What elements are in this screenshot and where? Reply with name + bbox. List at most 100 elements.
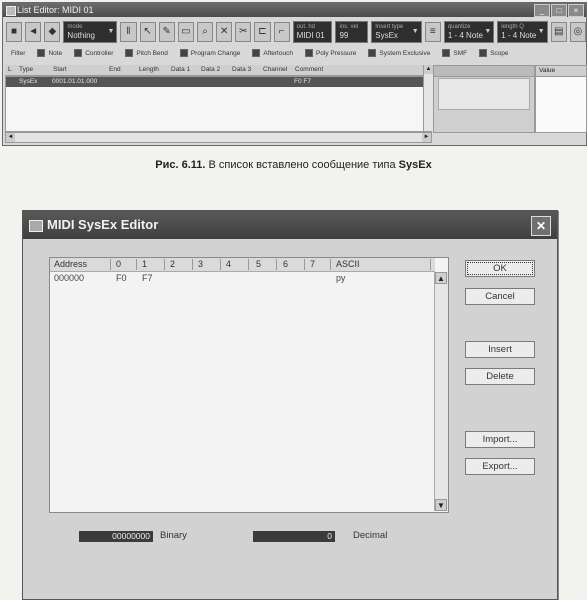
filter-controller-label: Controller — [85, 49, 114, 57]
close-button[interactable]: ✕ — [531, 216, 551, 236]
scissors-tool-icon[interactable]: ✂ — [235, 22, 252, 42]
mode-select[interactable]: mode Nothing ▼ — [63, 21, 118, 43]
import-button[interactable]: Import... — [465, 431, 535, 448]
col-data1[interactable]: Data 1 — [171, 66, 190, 73]
filter-note[interactable]: Note — [37, 49, 62, 57]
col-byte-3: 3 — [198, 259, 204, 269]
velocity-select[interactable]: ins. vel 99 — [335, 21, 369, 43]
close-button[interactable]: × — [568, 4, 584, 17]
link-tool-icon[interactable]: ⌐ — [273, 22, 290, 42]
sysex-editor-titlebar: MIDI SysEx Editor ✕ — [23, 211, 557, 239]
chevron-down-icon: ▼ — [484, 28, 492, 35]
binary-label: Binary — [160, 530, 187, 541]
hex-grid-vscroll[interactable]: ▲ ▼ — [434, 272, 448, 511]
app-icon — [29, 220, 43, 232]
filter-scope[interactable]: Scope — [479, 49, 509, 57]
velocity-caption: ins. vel — [339, 24, 359, 30]
filter-poly-pressure-label: Poly Pressure — [315, 49, 357, 57]
scroll-up-icon[interactable]: ▲ — [424, 65, 433, 74]
event-list-vscroll[interactable]: ▲ — [423, 65, 433, 131]
scroll-left-icon[interactable]: ◄ — [6, 133, 15, 142]
eraser-tool-icon[interactable]: ▭ — [177, 22, 194, 42]
event-list-hscroll[interactable]: ◄ ► — [5, 132, 432, 143]
col-data3[interactable]: Data 3 — [232, 66, 251, 73]
col-byte-0: 0 — [116, 259, 122, 269]
minimize-button[interactable]: _ — [534, 4, 550, 17]
hex-grid[interactable]: Address 0 1 2 3 4 5 6 7 ASCII 000000 F0 … — [49, 257, 449, 513]
filter-system-exclusive[interactable]: System Exclusive — [368, 49, 430, 57]
filter-pitch-bend[interactable]: Pitch Bend — [125, 49, 168, 57]
filter-label-text: Filter — [11, 49, 26, 57]
solo-icon[interactable]: ■ — [6, 22, 23, 42]
hex-grid-header: Address 0 1 2 3 4 5 6 7 ASCII — [50, 258, 435, 272]
quantize-icon[interactable]: ≡ — [424, 22, 441, 42]
col-type[interactable]: Type — [19, 66, 33, 73]
filter-program-change[interactable]: Program Change — [179, 49, 241, 57]
output-select[interactable]: out. hd MIDI 01 — [292, 21, 333, 43]
tool-icon[interactable]: ◆ — [44, 22, 61, 42]
checkbox-icon — [304, 49, 313, 57]
cancel-button[interactable]: Cancel — [465, 288, 535, 305]
filter-smf[interactable]: SMF — [442, 49, 467, 57]
table-row[interactable]: 000000 F0 F7 ру — [50, 273, 435, 285]
filter-smf-label: SMF — [453, 49, 468, 57]
decimal-field[interactable]: 0 — [253, 531, 335, 542]
col-ascii: ASCII — [336, 259, 360, 269]
filter-bar: Filter Note Controller Pitch Bend Progra… — [3, 47, 586, 59]
row-ascii: ру — [336, 273, 346, 283]
row-byte-0[interactable]: F0 — [116, 273, 127, 283]
ok-button[interactable]: OK — [465, 260, 535, 277]
checkbox-icon — [479, 49, 488, 57]
filter-aftertouch-label: Aftertouch — [263, 49, 293, 57]
filter-aftertouch[interactable]: Aftertouch — [252, 49, 293, 57]
binary-field[interactable]: 00000000 — [79, 531, 153, 542]
scroll-down-icon[interactable]: ▼ — [435, 499, 447, 511]
chart-icon[interactable]: ▤ — [550, 22, 567, 42]
col-channel[interactable]: Channel — [263, 66, 287, 73]
list-editor-titlebar: List Editor: MIDI 01 _ □ × — [3, 3, 586, 17]
sysex-editor-title: MIDI SysEx Editor — [47, 217, 159, 232]
chevron-down-icon: ▼ — [411, 28, 419, 35]
arrow-tool-icon[interactable]: ↖ — [139, 22, 156, 42]
caption-text: В список вставлено сообщение типа — [205, 159, 399, 171]
maximize-button[interactable]: □ — [551, 4, 567, 17]
event-list[interactable]: SysEx 0001.01.01.000 F0 F7 — [5, 76, 432, 132]
insert-tool-icon[interactable]: ⊏ — [254, 22, 271, 42]
filter-scope-label: Scope — [490, 49, 509, 57]
col-address: Address — [54, 259, 88, 269]
filter-poly-pressure[interactable]: Poly Pressure — [304, 49, 357, 57]
speaker-icon[interactable]: ◄ — [25, 22, 42, 42]
insert-type-select[interactable]: Insert type SysEx ▼ — [371, 21, 422, 43]
app-icon — [6, 6, 16, 16]
list-editor-title: List Editor: MIDI 01 — [17, 5, 94, 15]
decimal-label: Decimal — [353, 530, 388, 541]
col-end[interactable]: End — [109, 66, 121, 73]
mute-tool-icon[interactable]: ✕ — [216, 22, 233, 42]
col-data2[interactable]: Data 2 — [201, 66, 220, 73]
col-length[interactable]: Length — [139, 66, 159, 73]
filter-program-change-label: Program Change — [190, 49, 241, 57]
col-l[interactable]: L — [8, 66, 12, 73]
row-address: 000000 — [54, 273, 85, 283]
col-comment[interactable]: Comment — [295, 66, 323, 73]
delete-button[interactable]: Delete — [465, 368, 535, 385]
row-type: SysEx — [19, 78, 38, 85]
scroll-up-icon[interactable]: ▲ — [435, 272, 447, 284]
list-editor-window: List Editor: MIDI 01 _ □ × ■ ◄ ◆ mode No… — [2, 2, 587, 146]
controller-lane[interactable] — [433, 65, 535, 133]
table-row[interactable]: SysEx 0001.01.01.000 F0 F7 — [6, 77, 431, 87]
pencil-tool-icon[interactable]: ✎ — [158, 22, 175, 42]
zoom-tool-icon[interactable]: ⌕ — [196, 22, 214, 42]
filter-controller[interactable]: Controller — [74, 49, 113, 57]
scroll-right-icon[interactable]: ► — [422, 133, 431, 142]
col-start[interactable]: Start — [53, 66, 67, 73]
length-select[interactable]: length Q 1 - 4 Note ▼ — [497, 21, 548, 43]
quantize-select[interactable]: quantize 1 - 4 Note ▼ — [443, 21, 495, 43]
row-byte-1[interactable]: F7 — [142, 273, 153, 283]
insert-button[interactable]: Insert — [465, 341, 535, 358]
checkbox-icon — [252, 49, 261, 57]
settings-icon[interactable]: ◎ — [569, 22, 586, 42]
snap-icon[interactable]: ‖ — [120, 22, 137, 42]
chevron-down-icon: ▼ — [107, 28, 115, 35]
export-button[interactable]: Export... — [465, 458, 535, 475]
